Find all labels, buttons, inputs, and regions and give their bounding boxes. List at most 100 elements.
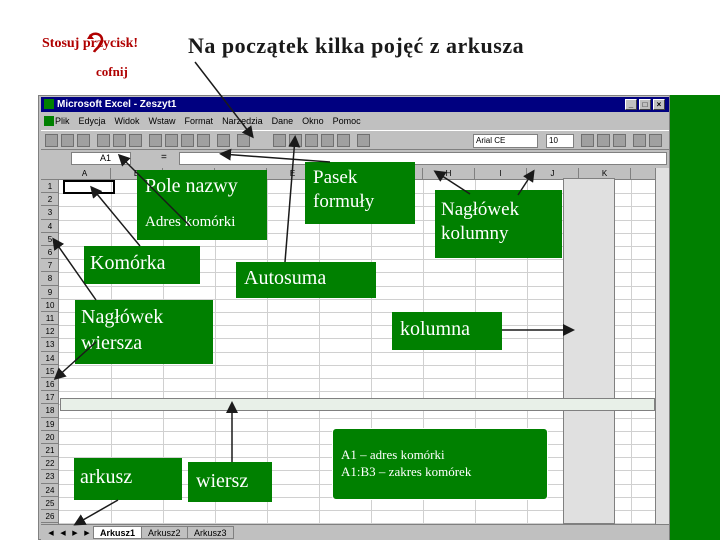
row-header-15[interactable]: 15 [41, 365, 59, 378]
autosum-icon[interactable] [289, 134, 302, 147]
maximize-icon[interactable]: □ [639, 99, 651, 110]
row-header-21[interactable]: 21 [41, 444, 59, 458]
menu-item-okno[interactable]: Okno [302, 116, 324, 126]
align-left-icon[interactable] [633, 134, 646, 147]
row-header-22[interactable]: 22 [41, 457, 59, 471]
row-header-9[interactable]: 9 [41, 286, 59, 299]
paste-icon[interactable] [181, 134, 194, 147]
column-header-h[interactable]: H [423, 168, 475, 180]
row-header-17[interactable]: 17 [41, 391, 59, 405]
annotation-komorka: Komórka [84, 246, 200, 284]
row-header-20[interactable]: 20 [41, 431, 59, 444]
sheet-tabs-bar: ◀ ◀ ▶ ▶ Arkusz1 Arkusz2 Arkusz3 [41, 524, 669, 540]
row-header-7[interactable]: 7 [41, 259, 59, 273]
sort-descending-icon[interactable] [337, 134, 350, 147]
sheet-tab-arkusz2[interactable]: Arkusz2 [141, 526, 188, 539]
window-title: Microsoft Excel - Zeszyt1 [57, 99, 177, 110]
italic-icon[interactable] [597, 134, 610, 147]
sheet-tab-arkusz1[interactable]: Arkusz1 [93, 526, 143, 539]
row-header-1[interactable]: 1 [41, 180, 59, 194]
workbook-icon[interactable] [44, 116, 54, 126]
hyperlink-icon[interactable] [273, 134, 286, 147]
copy-icon[interactable] [165, 134, 178, 147]
row-header-26[interactable]: 26 [41, 510, 59, 524]
annotation-pasek-formuly: Pasek formuły [305, 162, 415, 224]
row-header-13[interactable]: 13 [41, 338, 59, 352]
row-header-23[interactable]: 23 [41, 470, 59, 484]
redo-icon[interactable] [237, 134, 250, 147]
row-header-8[interactable]: 8 [41, 272, 59, 286]
row-header-18[interactable]: 18 [41, 404, 59, 418]
annotation-pole-nazwy: Pole nazwy [137, 170, 267, 206]
column-header-i[interactable]: I [475, 168, 527, 180]
row-header-11[interactable]: 11 [41, 312, 59, 326]
menu-item-format[interactable]: Format [185, 116, 214, 126]
row-header-3[interactable]: 3 [41, 206, 59, 220]
menu-item-dane[interactable]: Dane [272, 116, 294, 126]
info-line-1: A1 – adres komórki [341, 447, 445, 462]
undo-toolbar-icon[interactable] [217, 134, 230, 147]
sort-ascending-icon[interactable] [321, 134, 334, 147]
menu-item-edycja[interactable]: Edycja [79, 116, 106, 126]
font-size-select[interactable]: 10 [546, 134, 574, 148]
menu-item-pomoc[interactable]: Pomoc [333, 116, 361, 126]
bold-icon[interactable] [581, 134, 594, 147]
print-icon[interactable] [97, 134, 110, 147]
cofnij-label[interactable]: cofnij [96, 64, 128, 80]
function-icon[interactable] [305, 134, 318, 147]
save-icon[interactable] [77, 134, 90, 147]
row-header-4[interactable]: 4 [41, 220, 59, 233]
spelling-icon[interactable] [129, 134, 142, 147]
vertical-scrollbar[interactable] [655, 168, 669, 524]
format-painter-icon[interactable] [197, 134, 210, 147]
menu-item-wstaw[interactable]: Wstaw [149, 116, 176, 126]
column-header-a[interactable]: A [59, 168, 111, 180]
slide-title: Na początek kilka pojęć z arkusza [188, 33, 525, 58]
formula-equals-icon[interactable]: = [161, 152, 167, 163]
row-header-19[interactable]: 19 [41, 418, 59, 431]
info-line-2: A1:B3 – zakres komórek [341, 463, 472, 479]
minimize-icon[interactable]: _ [625, 99, 637, 110]
annotation-naglowek-wiersza: Nagłówek wiersza [75, 300, 213, 364]
row-headers: 1 2 3 4 5 6 7 8 9 10 11 12 13 14 15 16 17 18 19 20 21 22 23 24 2… [41, 180, 59, 524]
row-header-24[interactable]: 24 [41, 484, 59, 497]
font-name-select[interactable]: Arial CE [473, 134, 538, 148]
annotation-autosuma: Autosuma [236, 262, 376, 298]
cut-icon[interactable] [149, 134, 162, 147]
row-header-25[interactable]: 25 [41, 497, 59, 510]
annotation-kolumna: kolumna [392, 312, 502, 350]
next-sheet-icon[interactable]: ▶ [71, 528, 79, 538]
undo-icon[interactable] [86, 30, 106, 56]
formula-input[interactable] [179, 152, 667, 165]
sheet-tab-arkusz3[interactable]: Arkusz3 [187, 526, 234, 539]
row-header-16[interactable]: 16 [41, 378, 59, 392]
open-icon[interactable] [61, 134, 74, 147]
menu-item-widok[interactable]: Widok [115, 116, 140, 126]
row-header-2[interactable]: 2 [41, 193, 59, 207]
selected-row-17[interactable] [60, 398, 655, 411]
prev-sheet-icon[interactable]: ◀ [59, 528, 67, 538]
annotation-wiersz: wiersz [188, 462, 272, 502]
first-sheet-icon[interactable]: ◀ [47, 528, 55, 538]
name-box[interactable]: A1 [71, 152, 131, 165]
menu-item-plik[interactable]: Plik [55, 116, 70, 126]
row-header-10[interactable]: 10 [41, 299, 59, 312]
annotation-arkusz: arkusz [74, 458, 182, 500]
row-header-12[interactable]: 12 [41, 325, 59, 339]
close-icon[interactable]: × [653, 99, 665, 110]
last-sheet-icon[interactable]: ▶ [83, 528, 91, 538]
menu-item-narzedzia[interactable]: Narzędzia [222, 116, 263, 126]
preview-icon[interactable] [113, 134, 126, 147]
selected-column-k[interactable] [563, 178, 615, 524]
row-header-5[interactable]: 5 [41, 233, 59, 246]
active-cell-a1[interactable] [63, 180, 115, 194]
new-file-icon[interactable] [45, 134, 58, 147]
excel-app-icon [44, 99, 54, 109]
standard-toolbar: Arial CE 10 [41, 130, 669, 150]
align-center-icon[interactable] [649, 134, 662, 147]
menu-bar: Plik Edycja Widok Wstaw Format Narzędzia… [41, 114, 669, 128]
row-header-14[interactable]: 14 [41, 352, 59, 365]
chart-wizard-icon[interactable] [357, 134, 370, 147]
row-header-6[interactable]: 6 [41, 246, 59, 260]
underline-icon[interactable] [613, 134, 626, 147]
